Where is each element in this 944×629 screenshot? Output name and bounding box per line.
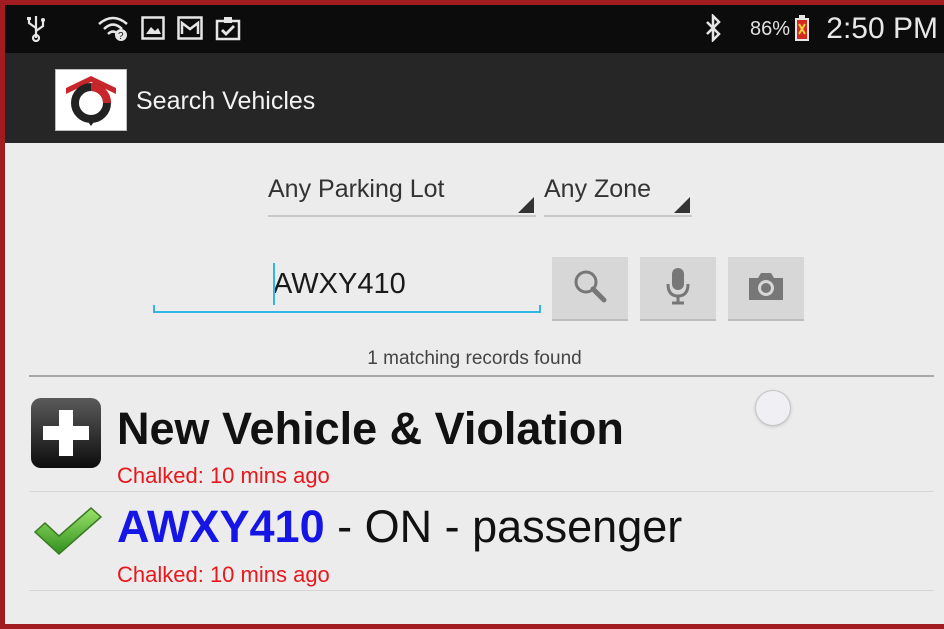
gallery-icon <box>141 13 165 43</box>
spinner-arrow-icon <box>674 197 690 213</box>
wifi-icon: ? <box>97 13 129 43</box>
results-count: 1 matching records found <box>367 348 582 369</box>
zone-value: Any Zone <box>544 175 652 203</box>
voice-search-button[interactable] <box>640 257 716 321</box>
spinner-arrow-icon <box>518 197 534 213</box>
usb-icon <box>25 13 47 43</box>
loading-indicator <box>755 390 791 426</box>
results-divider <box>29 375 934 377</box>
battery-icon <box>794 13 810 43</box>
row-divider <box>29 590 934 591</box>
bluetooth-icon <box>704 13 722 43</box>
list-item-new-vehicle[interactable]: New Vehicle & Violation Chalked: 10 mins… <box>29 390 934 490</box>
parking-lot-spinner[interactable]: Any Parking Lot <box>268 175 536 217</box>
search-button[interactable] <box>552 257 628 321</box>
clock: 2:50 PM <box>826 12 938 45</box>
status-bar: ? 86% 2:50 PM <box>5 5 944 53</box>
search-icon <box>572 268 608 309</box>
text-cursor <box>273 263 275 305</box>
parking-lot-value: Any Parking Lot <box>268 175 445 203</box>
svg-text:?: ? <box>118 31 124 41</box>
new-vehicle-title: New Vehicle & Violation <box>117 403 624 454</box>
battery-percent: 86% <box>749 18 790 40</box>
action-bar: Search Vehicles <box>5 53 944 143</box>
camera-button[interactable] <box>728 257 804 321</box>
device-frame: ? 86% 2:50 PM Search Vehicles Any Parkin… <box>0 0 944 629</box>
plate-number: AWXY410 <box>117 501 325 552</box>
page-title: Search Vehicles <box>136 87 316 115</box>
camera-icon <box>747 270 785 307</box>
vehicle-result-title: AWXY410 - ON - passenger <box>117 502 682 552</box>
list-item-vehicle-result[interactable]: AWXY410 - ON - passenger Chalked: 10 min… <box>29 492 934 590</box>
gmail-icon <box>177 13 203 43</box>
chalked-time: Chalked: 10 mins ago <box>117 562 330 587</box>
microphone-icon <box>665 266 691 311</box>
search-underline <box>153 305 541 313</box>
clipboard-check-icon <box>215 13 241 43</box>
plus-icon <box>29 396 103 475</box>
search-field[interactable] <box>153 257 541 315</box>
checkmark-icon <box>33 504 103 561</box>
search-input[interactable] <box>153 257 541 311</box>
zone-spinner[interactable]: Any Zone <box>544 175 692 217</box>
app-logo-icon[interactable] <box>55 69 127 131</box>
vehicle-details: - ON - passenger <box>324 501 683 552</box>
chalked-time: Chalked: 10 mins ago <box>117 463 330 488</box>
